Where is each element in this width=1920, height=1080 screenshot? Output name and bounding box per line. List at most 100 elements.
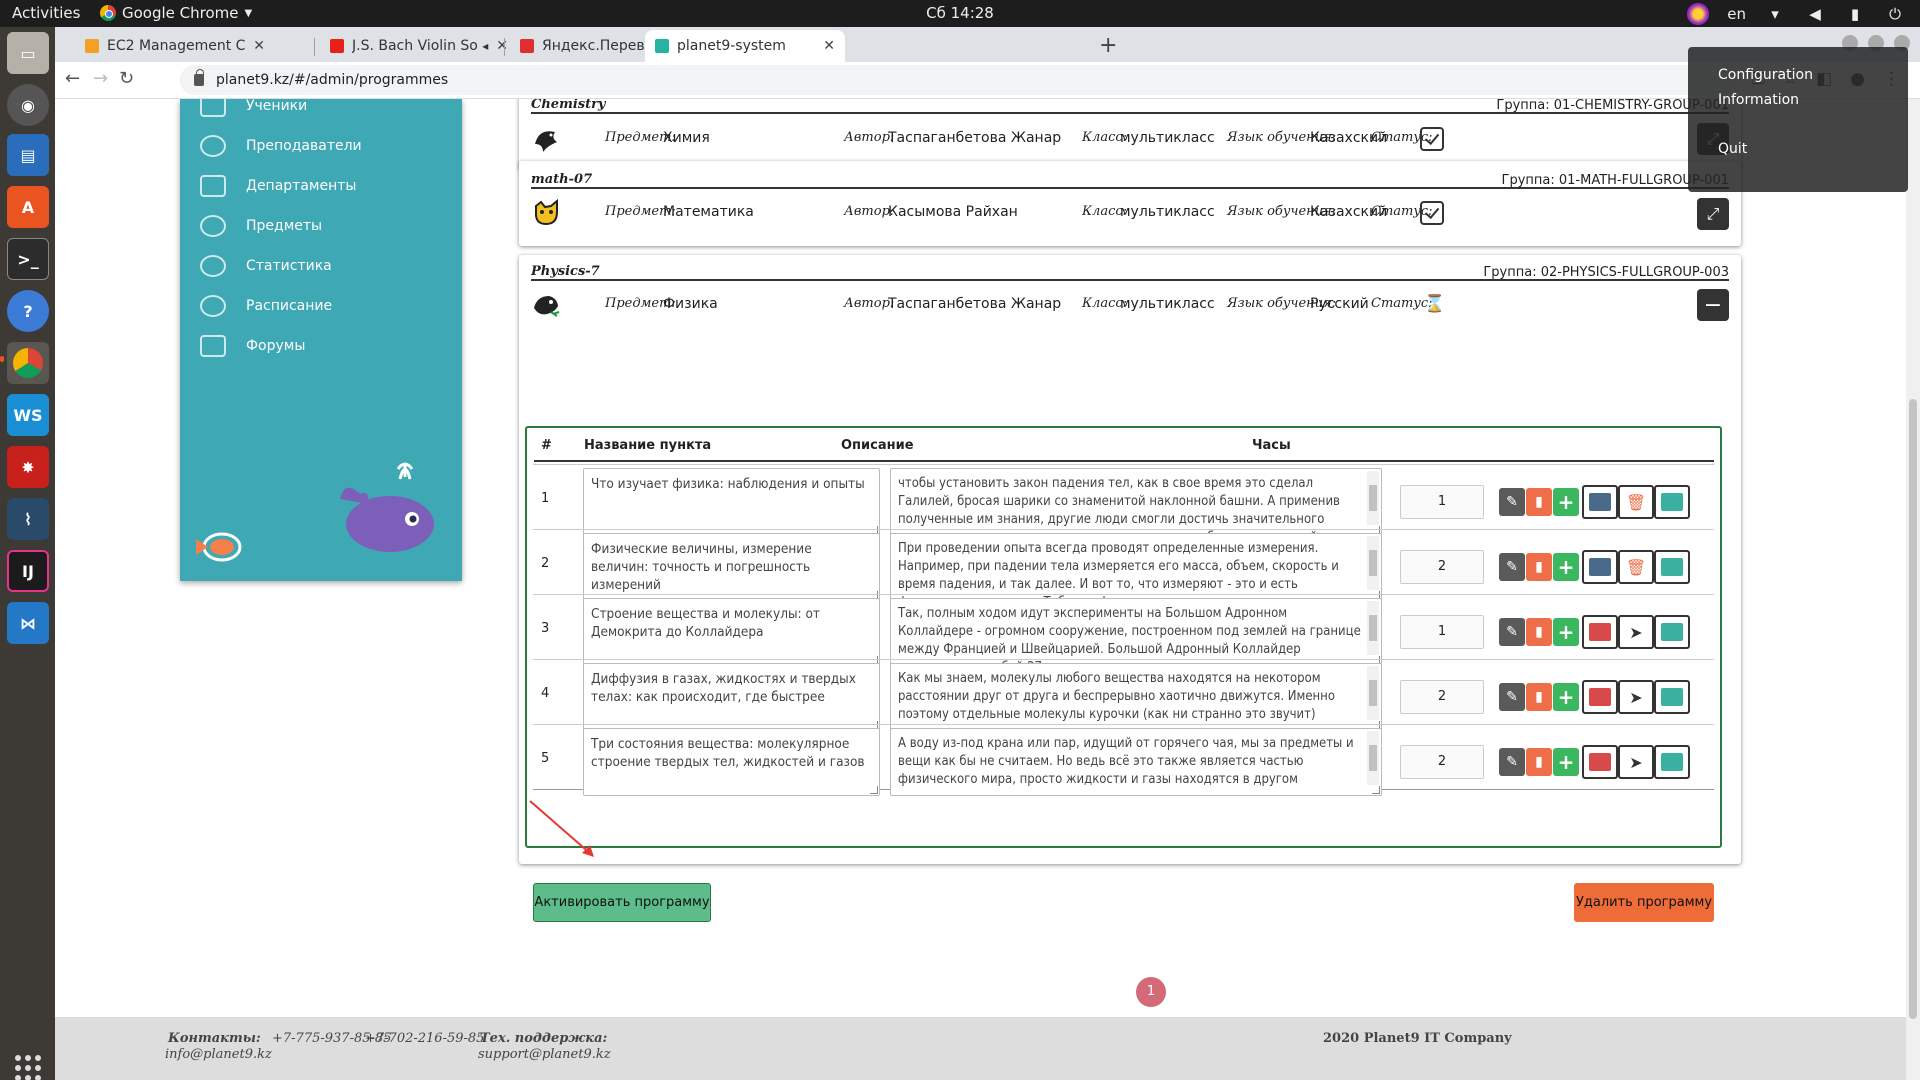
materials-button[interactable] bbox=[1582, 550, 1618, 584]
sidebar-item-departments[interactable]: Департаменты bbox=[200, 175, 356, 197]
lock-icon[interactable] bbox=[194, 69, 204, 86]
menu-item-information[interactable]: Information bbox=[1718, 92, 1799, 108]
scrollbar-thumb[interactable] bbox=[1909, 399, 1917, 1019]
video-button[interactable] bbox=[1654, 680, 1690, 714]
send-button[interactable]: ➤ bbox=[1618, 745, 1654, 779]
programme-name[interactable]: Chemistry bbox=[531, 99, 606, 112]
close-icon[interactable]: ✕ bbox=[823, 38, 835, 54]
battery-icon[interactable]: ▮ bbox=[1844, 4, 1866, 24]
activities-button[interactable]: Activities bbox=[12, 4, 80, 22]
new-tab-button[interactable]: + bbox=[1099, 33, 1117, 58]
volume-icon[interactable]: ◀ bbox=[1804, 4, 1826, 24]
tab-ec2[interactable]: EC2 Management Console ✕ bbox=[75, 30, 275, 62]
item-description-textarea[interactable]: При проведении опыта всегда проводят опр… bbox=[890, 533, 1382, 601]
programme-name[interactable]: Physics-7 bbox=[531, 264, 600, 279]
activate-programme-button[interactable]: Активировать программу bbox=[533, 883, 711, 922]
textarea-scrollbar[interactable] bbox=[1367, 536, 1379, 590]
expand-icon[interactable]: ⤢ bbox=[1697, 198, 1729, 230]
tab-planet9[interactable]: planet9-system ✕ bbox=[645, 30, 845, 62]
video-button[interactable] bbox=[1654, 615, 1690, 649]
add-item-button[interactable]: + bbox=[1553, 683, 1579, 711]
delete-item-button[interactable]: ▮ bbox=[1526, 618, 1552, 646]
reload-icon[interactable]: ↻ bbox=[119, 68, 134, 89]
hours-input[interactable]: 1 bbox=[1400, 485, 1484, 519]
delete-programme-button[interactable]: Удалить программу bbox=[1574, 883, 1714, 922]
materials-button[interactable] bbox=[1582, 485, 1618, 519]
textarea-scrollbar[interactable] bbox=[1367, 601, 1379, 655]
rhythmbox-icon[interactable]: ◉ bbox=[7, 84, 49, 126]
wifi-icon[interactable]: ▾ bbox=[1764, 4, 1786, 24]
sidebar-item-teachers[interactable]: Преподаватели bbox=[200, 135, 362, 157]
collapse-icon[interactable]: − bbox=[1697, 289, 1729, 321]
intellij-icon[interactable]: IJ bbox=[7, 550, 49, 592]
back-icon[interactable]: ← bbox=[65, 68, 80, 89]
pagination-page[interactable]: 1 bbox=[1136, 977, 1166, 1007]
item-description-textarea[interactable]: чтобы установить закон падения тел, как … bbox=[890, 468, 1382, 536]
terminal-icon[interactable]: >_ bbox=[7, 238, 49, 280]
tab-bach[interactable]: J.S. Bach Violin Sonata ◂ ✕ bbox=[320, 30, 518, 62]
textarea-scrollbar[interactable] bbox=[1367, 731, 1379, 785]
video-button[interactable] bbox=[1654, 745, 1690, 779]
item-description-textarea[interactable]: А воду из-под крана или пар, идущий от г… bbox=[890, 728, 1382, 796]
krita-icon[interactable]: ✸ bbox=[7, 446, 49, 488]
sidebar-item-schedule[interactable]: Расписание bbox=[200, 295, 332, 317]
add-item-button[interactable]: + bbox=[1553, 748, 1579, 776]
item-description-textarea[interactable]: Так, полным ходом идут эксперименты на Б… bbox=[890, 598, 1382, 666]
hours-input[interactable]: 1 bbox=[1400, 615, 1484, 649]
hours-input[interactable]: 2 bbox=[1400, 680, 1484, 714]
sidebar-item-statistics[interactable]: Статистика bbox=[200, 255, 332, 277]
delete-item-button[interactable]: ▮ bbox=[1526, 553, 1552, 581]
add-item-button[interactable]: + bbox=[1553, 618, 1579, 646]
webstorm-icon[interactable]: WS bbox=[7, 394, 49, 436]
contact-phone-2[interactable]: +7-702-216-59-85 bbox=[365, 1031, 484, 1046]
edit-button[interactable]: ✎ bbox=[1499, 488, 1525, 516]
clock[interactable]: Сб 14:28 bbox=[926, 4, 994, 22]
item-name-textarea[interactable]: Строение вещества и молекулы: от Демокри… bbox=[583, 598, 880, 666]
delete-item-button[interactable]: ▮ bbox=[1526, 748, 1552, 776]
software-center-icon[interactable]: A bbox=[7, 186, 49, 228]
item-description-textarea[interactable]: Как мы знаем, молекулы любого вещества н… bbox=[890, 663, 1382, 731]
add-item-button[interactable]: + bbox=[1553, 553, 1579, 581]
close-icon[interactable]: ✕ bbox=[496, 38, 508, 54]
edit-button[interactable]: ✎ bbox=[1499, 553, 1525, 581]
basket-button[interactable]: 🗑 bbox=[1618, 550, 1654, 584]
item-name-textarea[interactable]: Диффузия в газах, жидкостях и твердых те… bbox=[583, 663, 880, 731]
support-email[interactable]: support@planet9.kz bbox=[478, 1047, 611, 1062]
hours-input[interactable]: 2 bbox=[1400, 745, 1484, 779]
contact-email[interactable]: info@planet9.kz bbox=[165, 1047, 272, 1062]
item-name-textarea[interactable]: Что изучает физика: наблюдения и опыты bbox=[583, 468, 880, 536]
add-item-button[interactable]: + bbox=[1553, 488, 1579, 516]
power-icon[interactable]: ⏻ bbox=[1884, 4, 1906, 24]
edit-button[interactable]: ✎ bbox=[1499, 683, 1525, 711]
item-name-textarea[interactable]: Три состояния вещества: молекулярное стр… bbox=[583, 728, 880, 796]
language-indicator[interactable]: en bbox=[1727, 5, 1746, 23]
menu-item-quit[interactable]: Quit bbox=[1718, 141, 1747, 157]
programme-name[interactable]: math-07 bbox=[531, 172, 592, 187]
address-bar[interactable]: planet9.kz/#/admin/programmes bbox=[180, 65, 1740, 95]
item-name-textarea[interactable]: Физические величины, измерение величин: … bbox=[583, 533, 880, 601]
basket-button[interactable]: 🗑 bbox=[1618, 485, 1654, 519]
materials-button[interactable] bbox=[1582, 615, 1618, 649]
hours-input[interactable]: 2 bbox=[1400, 550, 1484, 584]
writer-icon[interactable]: ▤ bbox=[7, 134, 49, 176]
close-icon[interactable]: ✕ bbox=[253, 38, 265, 54]
app-menu[interactable]: Google Chrome ▼ bbox=[100, 4, 252, 22]
delete-item-button[interactable]: ▮ bbox=[1526, 683, 1552, 711]
forward-icon[interactable]: → bbox=[93, 68, 108, 89]
app-indicator-icon[interactable] bbox=[1687, 3, 1710, 25]
resize-handle[interactable] bbox=[1372, 786, 1380, 794]
materials-button[interactable] bbox=[1582, 680, 1618, 714]
show-applications-icon[interactable] bbox=[15, 1055, 41, 1080]
video-button[interactable] bbox=[1654, 550, 1690, 584]
help-icon[interactable]: ? bbox=[7, 290, 49, 332]
mysql-workbench-icon[interactable]: ⌇ bbox=[7, 498, 49, 540]
edit-button[interactable]: ✎ bbox=[1499, 618, 1525, 646]
vscode-icon[interactable]: ⋈ bbox=[7, 602, 49, 644]
sidebar-item-subjects[interactable]: Предметы bbox=[200, 215, 322, 237]
send-button[interactable]: ➤ bbox=[1618, 680, 1654, 714]
sidebar-item-forums[interactable]: Форумы bbox=[200, 335, 305, 357]
video-button[interactable] bbox=[1654, 485, 1690, 519]
textarea-scrollbar[interactable] bbox=[1367, 471, 1379, 525]
materials-button[interactable] bbox=[1582, 745, 1618, 779]
sidebar-item-students[interactable]: Ученики bbox=[200, 99, 307, 117]
